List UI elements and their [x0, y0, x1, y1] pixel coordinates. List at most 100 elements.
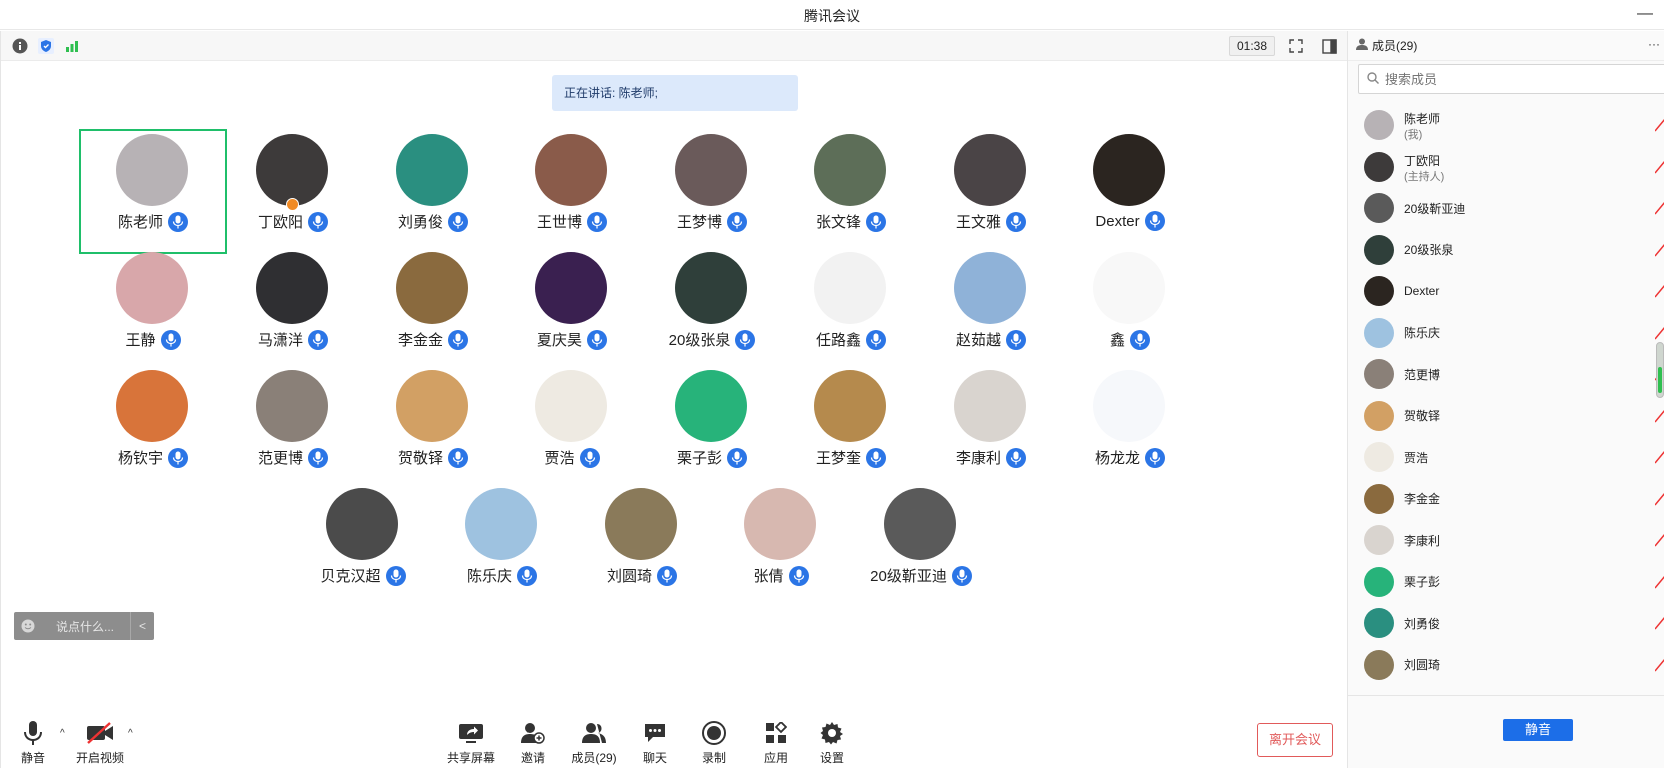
member-list-item[interactable]: 刘圆琦: [1348, 643, 1664, 687]
minimize-button[interactable]: —: [1630, 0, 1660, 30]
share-options-caret[interactable]: ^: [527, 728, 532, 739]
participant-tile[interactable]: 李金金: [359, 247, 507, 372]
muted-mic-icon[interactable]: [1654, 160, 1664, 174]
participant-tile[interactable]: 刘勇俊: [359, 129, 507, 254]
member-list-item[interactable]: Dexter: [1348, 269, 1664, 313]
sidebar-toggle-icon[interactable]: [1319, 36, 1339, 56]
settings-button[interactable]: 设置: [802, 719, 862, 767]
muted-mic-icon[interactable]: [1654, 243, 1664, 257]
participant-tile[interactable]: 任路鑫: [777, 247, 925, 372]
participant-tile[interactable]: 栗子彭: [638, 365, 786, 490]
info-icon[interactable]: [10, 36, 30, 56]
participant-tile[interactable]: 鑫: [1056, 247, 1204, 372]
member-list-item[interactable]: 陈老师 (我): [1348, 103, 1664, 147]
member-list-item[interactable]: 李金金: [1348, 477, 1664, 521]
invite-button[interactable]: 邀请: [503, 719, 563, 767]
avatar: [675, 370, 747, 442]
muted-mic-icon[interactable]: [1654, 450, 1664, 464]
member-list-item[interactable]: 丁欧阳 (主持人): [1348, 145, 1664, 189]
participant-tile[interactable]: 张文锋: [777, 129, 925, 254]
member-list-item[interactable]: 20级张泉: [1348, 228, 1664, 272]
muted-mic-icon[interactable]: [1654, 201, 1664, 215]
more-options-icon[interactable]: ···: [1648, 31, 1664, 61]
avatar: [116, 370, 188, 442]
participant-tile[interactable]: 夏庆昊: [498, 247, 646, 372]
member-search-input[interactable]: [1385, 71, 1625, 87]
member-list-item[interactable]: 贺敬铎: [1348, 394, 1664, 438]
muted-mic-icon[interactable]: [1654, 492, 1664, 506]
shield-icon[interactable]: [36, 36, 56, 56]
participant-tile[interactable]: 陈乐庆: [428, 483, 576, 608]
member-list-item[interactable]: 刘勇俊: [1348, 601, 1664, 645]
participant-tile[interactable]: 王静: [79, 247, 227, 372]
avatar: [675, 252, 747, 324]
fullscreen-icon[interactable]: [1286, 36, 1306, 56]
participant-tile[interactable]: 贾浩: [498, 365, 646, 490]
participant-name: 马潇洋: [257, 332, 303, 349]
member-list-item[interactable]: 贾浩: [1348, 435, 1664, 479]
participant-tile[interactable]: 杨龙龙: [1056, 365, 1204, 490]
apps-button[interactable]: 应用: [746, 719, 806, 767]
participant-tile[interactable]: 王梦博: [638, 129, 786, 254]
mute-all-button[interactable]: 静音: [1503, 719, 1573, 741]
participant-tile[interactable]: 陈老师: [79, 129, 227, 254]
member-search-box[interactable]: [1358, 64, 1664, 94]
participant-tile[interactable]: 马潇洋: [219, 247, 367, 372]
participant-tile[interactable]: 贺敬铎: [359, 365, 507, 490]
chat-label: 聊天: [642, 751, 667, 765]
participant-tile[interactable]: 赵茹越: [917, 247, 1065, 372]
muted-mic-icon[interactable]: [1654, 284, 1664, 298]
signal-icon[interactable]: [62, 36, 82, 56]
participant-tile[interactable]: 刘圆琦: [568, 483, 716, 608]
participant-tile[interactable]: 王梦奎: [777, 365, 925, 490]
muted-mic-icon[interactable]: [1654, 326, 1664, 340]
leave-meeting-button[interactable]: 离开会议: [1257, 723, 1333, 757]
member-list-item[interactable]: 李康利: [1348, 518, 1664, 562]
record-button[interactable]: 录制: [684, 719, 744, 767]
chat-quick-input[interactable]: 说点什么... <: [14, 612, 154, 640]
member-list-item[interactable]: 陈乐庆: [1348, 311, 1664, 355]
video-options-caret[interactable]: ^: [128, 728, 133, 739]
participant-tile[interactable]: 王世博: [498, 129, 646, 254]
participant-tile[interactable]: 20级靳亚迪: [847, 483, 995, 608]
avatar: [1364, 359, 1394, 389]
muted-mic-icon[interactable]: [1654, 658, 1664, 672]
participant-tile[interactable]: 李康利: [917, 365, 1065, 490]
mute-button[interactable]: 静音: [3, 719, 63, 767]
members-button[interactable]: 成员(29): [564, 719, 624, 767]
avatar: [256, 370, 328, 442]
mute-options-caret[interactable]: ^: [60, 728, 65, 739]
avatar: [1364, 649, 1394, 680]
member-list-item[interactable]: 范更博: [1348, 352, 1664, 396]
chat-placeholder[interactable]: 说点什么...: [42, 618, 130, 635]
participant-name: 李金金: [397, 332, 443, 349]
participant-tile[interactable]: 贝克汉超: [289, 483, 437, 608]
avatar: [1093, 252, 1165, 324]
apps-label: 应用: [763, 751, 788, 765]
member-list-item[interactable]: 20级靳亚迪: [1348, 186, 1664, 230]
collapse-chat-icon[interactable]: <: [130, 612, 154, 640]
participant-tile[interactable]: 范更博: [219, 365, 367, 490]
volume-level-indicator: [1656, 342, 1664, 398]
participant-tile[interactable]: 张倩: [707, 483, 855, 608]
emoji-icon[interactable]: [14, 612, 42, 640]
participant-namebar: 马潇洋: [219, 329, 367, 350]
participant-tile[interactable]: 王文雅: [917, 129, 1065, 254]
share-screen-button[interactable]: 共享屏幕: [441, 719, 501, 767]
start-video-button[interactable]: 开启视频: [70, 719, 130, 767]
muted-mic-icon[interactable]: [1654, 533, 1664, 547]
avatar: [535, 370, 607, 442]
member-list-item[interactable]: 栗子彭: [1348, 560, 1664, 604]
muted-mic-icon[interactable]: [1654, 575, 1664, 589]
participant-name: 贺敬铎: [397, 450, 443, 467]
chat-button[interactable]: 聊天: [625, 719, 685, 767]
participant-tile[interactable]: Dexter: [1056, 129, 1204, 254]
muted-mic-icon[interactable]: [1654, 616, 1664, 630]
member-name: 李金金: [1404, 492, 1441, 506]
muted-mic-icon[interactable]: [1654, 409, 1664, 423]
participant-tile[interactable]: 20级张泉: [638, 247, 786, 372]
muted-mic-icon[interactable]: [1654, 118, 1664, 132]
members-icon: [578, 719, 610, 747]
participant-tile[interactable]: 杨钦宇: [79, 365, 227, 490]
participant-tile[interactable]: 丁欧阳: [219, 129, 367, 254]
